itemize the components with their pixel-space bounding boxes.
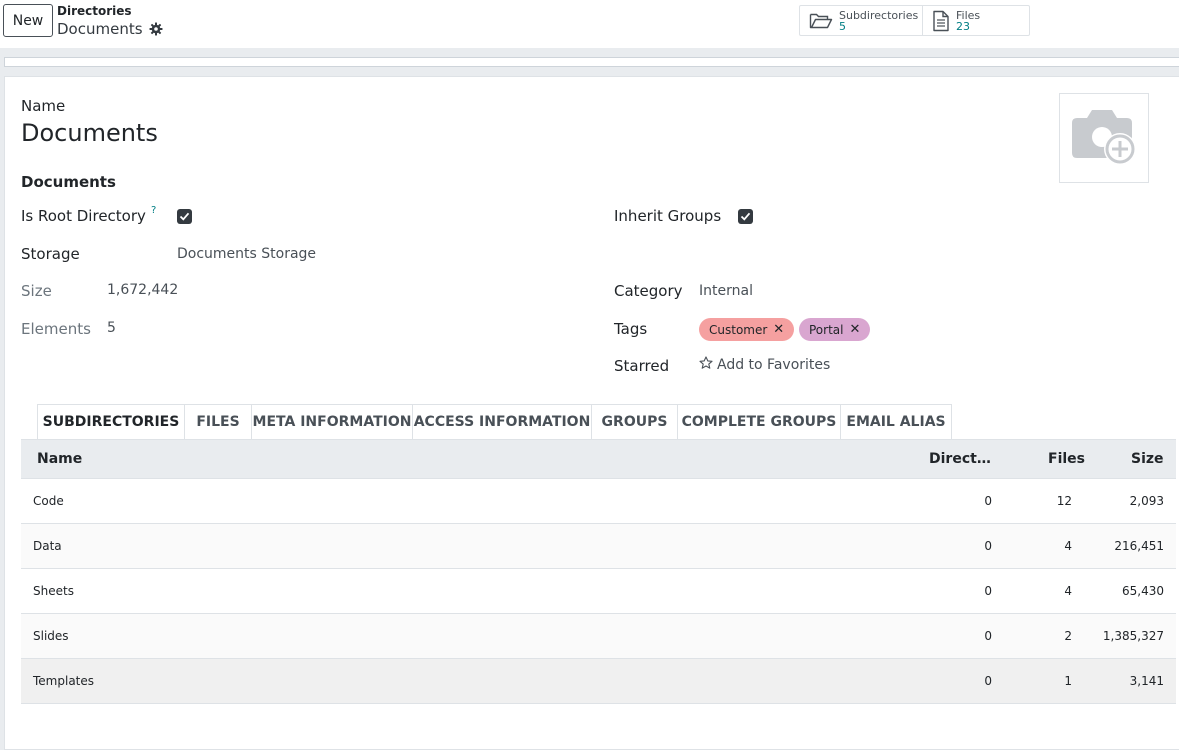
add-to-favorites-button[interactable]: Add to Favorites — [699, 356, 830, 374]
row-size: 216,451 — [1114, 539, 1164, 553]
row-size: 1,385,327 — [1102, 629, 1164, 643]
starred-label: Starred — [614, 357, 670, 375]
gear-icon[interactable] — [149, 22, 163, 36]
subdirectories-table: Name Directori… Files Size Code 0 12 2,0… — [21, 439, 1176, 704]
table-row[interactable]: Slides 0 2 1,385,327 — [21, 614, 1176, 659]
notebook-tabs: SUBDIRECTORIES FILES META INFORMATION AC… — [37, 404, 952, 440]
files-count: 23 — [956, 19, 970, 33]
row-directories: 0 — [984, 494, 992, 508]
files-smart-button[interactable]: Files 23 — [923, 6, 1029, 35]
column-header-directories[interactable]: Directori… — [929, 451, 999, 467]
name-field[interactable]: Documents — [21, 119, 158, 147]
row-directories: 0 — [984, 539, 992, 553]
tab-complete-groups[interactable]: COMPLETE GROUPS — [678, 404, 841, 440]
breadcrumb-current: Documents — [57, 19, 163, 39]
size-label: Size — [21, 282, 52, 300]
column-header-name[interactable]: Name — [37, 451, 82, 467]
tag-label: Portal — [809, 322, 844, 337]
tab-meta-information[interactable]: META INFORMATION — [252, 404, 413, 440]
category-field[interactable]: Internal — [699, 283, 753, 299]
row-size: 65,430 — [1122, 584, 1164, 598]
row-files: 1 — [1064, 674, 1072, 688]
elements-label: Elements — [21, 320, 91, 338]
tag-remove-icon[interactable]: ✕ — [773, 322, 784, 337]
column-header-size[interactable]: Size — [1131, 451, 1164, 467]
table-row[interactable]: Data 0 4 216,451 — [21, 524, 1176, 569]
control-panel: New Directories Documents Subdirectories… — [0, 0, 1179, 48]
inherit-groups-checkbox[interactable] — [738, 209, 753, 224]
file-text-icon — [932, 10, 950, 32]
add-to-favorites-label: Add to Favorites — [717, 357, 831, 373]
table-header: Name Directori… Files Size — [21, 439, 1176, 479]
subdirectories-smart-button[interactable]: Subdirectories 5 — [800, 6, 923, 35]
row-size: 2,093 — [1129, 494, 1164, 508]
column-header-files[interactable]: Files — [1048, 451, 1085, 467]
group-title: Documents — [21, 173, 116, 191]
row-files: 12 — [1056, 494, 1072, 508]
smart-buttons: Subdirectories 5 Files 23 — [799, 5, 1030, 36]
files-label: Files — [956, 8, 981, 22]
is-root-directory-label: Is Root Directory — [21, 207, 146, 225]
camera-add-icon — [1068, 105, 1140, 171]
row-files: 4 — [1064, 539, 1072, 553]
subdirectories-label: Subdirectories — [839, 8, 919, 22]
image-upload[interactable] — [1059, 93, 1149, 183]
row-name: Slides — [33, 629, 69, 643]
tab-groups[interactable]: GROUPS — [592, 404, 678, 440]
row-directories: 0 — [984, 674, 992, 688]
row-name: Data — [33, 539, 62, 553]
table-row[interactable]: Templates 0 1 3,141 — [21, 659, 1176, 704]
is-root-directory-checkbox[interactable] — [177, 209, 192, 224]
breadcrumb-title: Documents — [57, 20, 143, 38]
subdirectories-count: 5 — [839, 19, 846, 33]
tab-subdirectories[interactable]: SUBDIRECTORIES — [37, 404, 185, 440]
tab-access-information[interactable]: ACCESS INFORMATION — [413, 404, 592, 440]
breadcrumb-parent-link[interactable]: Directories — [57, 4, 132, 18]
elements-value: 5 — [107, 320, 116, 336]
table-row[interactable]: Code 0 12 2,093 — [21, 479, 1176, 524]
tab-files[interactable]: FILES — [185, 404, 252, 440]
help-tooltip-icon[interactable]: ? — [151, 205, 156, 216]
row-directories: 0 — [984, 584, 992, 598]
table-row[interactable]: Sheets 0 4 65,430 — [21, 569, 1176, 614]
tag-customer[interactable]: Customer ✕ — [699, 318, 795, 341]
tags-label: Tags — [614, 320, 648, 338]
tab-email-alias[interactable]: EMAIL ALIAS — [841, 404, 952, 440]
new-button[interactable]: New — [3, 4, 53, 37]
star-icon — [699, 356, 713, 374]
row-name: Templates — [33, 674, 95, 688]
row-files: 2 — [1064, 629, 1072, 643]
category-label: Category — [614, 282, 683, 300]
row-size: 3,141 — [1129, 674, 1164, 688]
inherit-groups-label: Inherit Groups — [614, 207, 722, 225]
form-sheet: Name Documents Documents Is Root Directo… — [4, 76, 1179, 750]
size-value: 1,672,442 — [107, 282, 179, 298]
row-name: Code — [33, 494, 64, 508]
status-bar — [4, 57, 1179, 67]
storage-label: Storage — [21, 245, 80, 263]
row-directories: 0 — [984, 629, 992, 643]
folder-open-icon — [809, 12, 833, 30]
storage-field[interactable]: Documents Storage — [177, 246, 316, 262]
tag-label: Customer — [709, 322, 768, 337]
row-name: Sheets — [33, 584, 74, 598]
checkmark-icon — [179, 212, 190, 221]
tag-remove-icon[interactable]: ✕ — [849, 322, 860, 337]
tag-portal[interactable]: Portal ✕ — [799, 318, 871, 341]
row-files: 4 — [1064, 584, 1072, 598]
name-label: Name — [21, 97, 66, 115]
checkmark-icon — [740, 212, 751, 221]
